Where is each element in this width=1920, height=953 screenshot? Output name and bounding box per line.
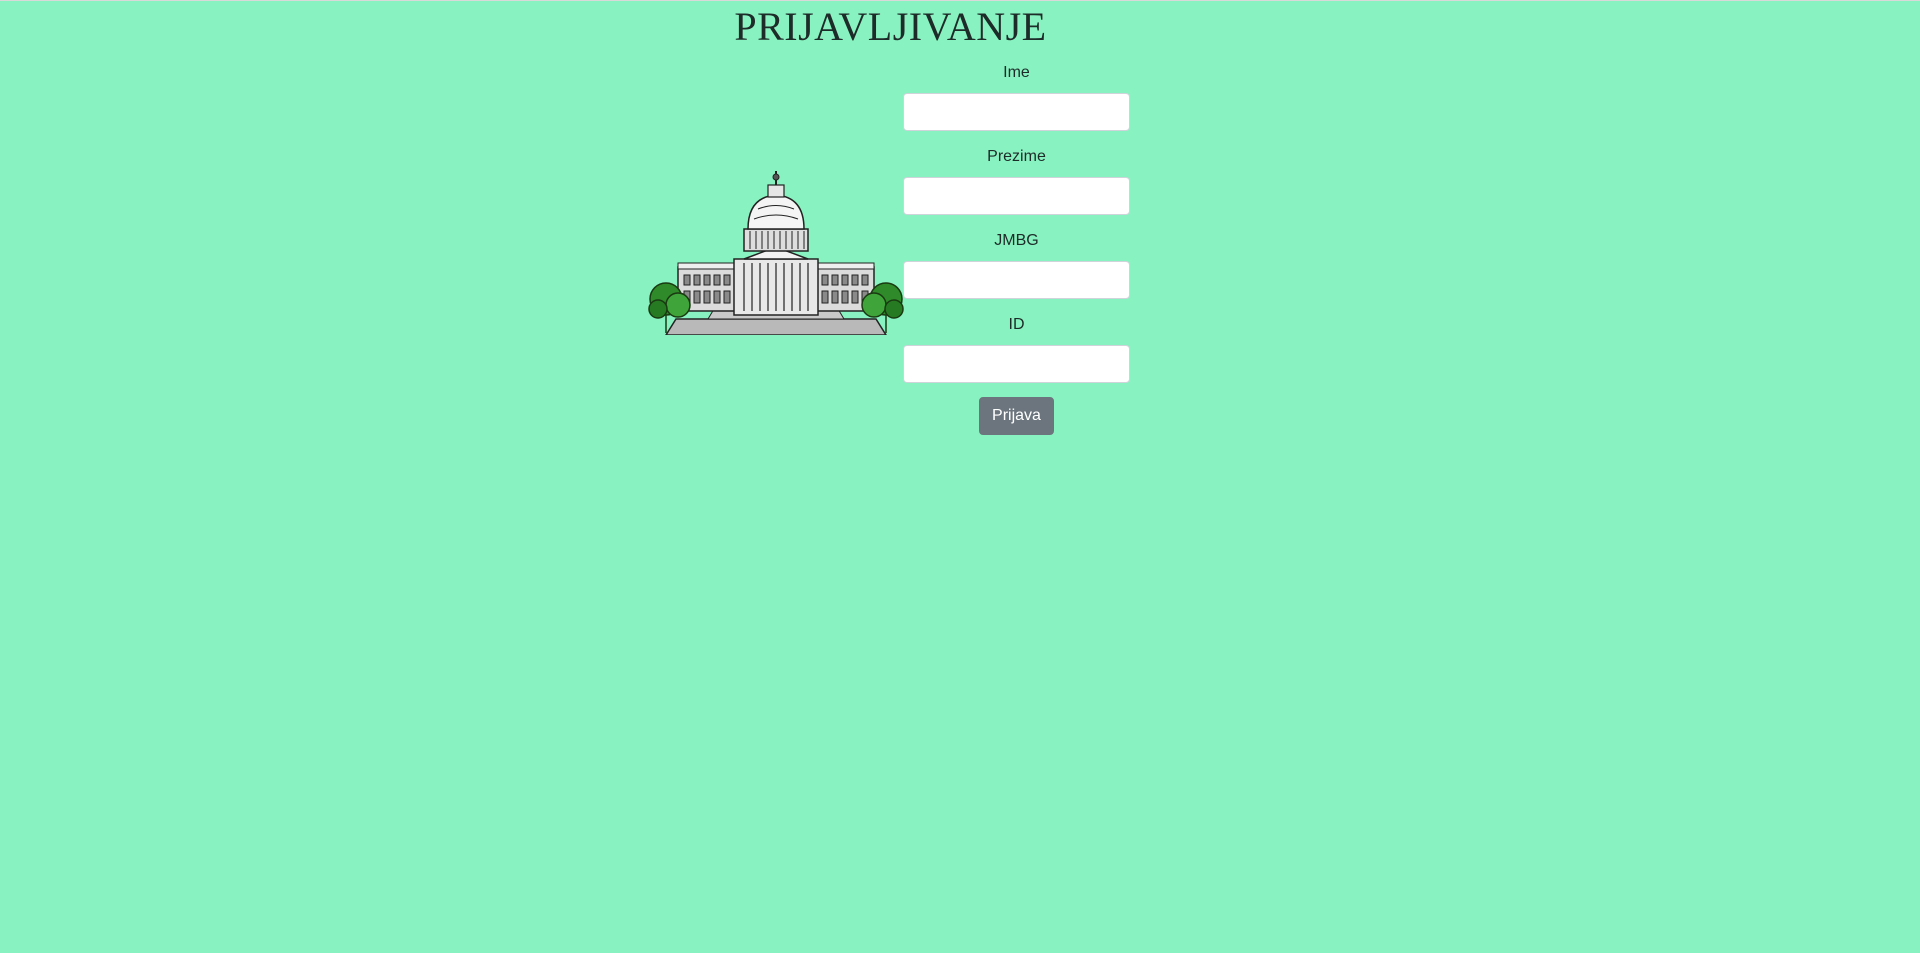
capitol-building-icon bbox=[648, 171, 904, 336]
page-title: PRIJAVLJIVANJE bbox=[734, 4, 1047, 49]
id-label: ID bbox=[1008, 316, 1025, 333]
jmbg-field: JMBG bbox=[903, 229, 1130, 299]
first-name-field: Ime bbox=[903, 61, 1130, 131]
jmbg-input[interactable] bbox=[903, 261, 1130, 299]
id-input[interactable] bbox=[903, 345, 1130, 383]
last-name-label: Prezime bbox=[987, 148, 1046, 165]
last-name-input[interactable] bbox=[903, 177, 1130, 215]
id-field: ID bbox=[903, 313, 1130, 383]
first-name-input[interactable] bbox=[903, 93, 1130, 131]
jmbg-label: JMBG bbox=[994, 232, 1039, 249]
login-button[interactable]: Prijava bbox=[979, 397, 1054, 435]
last-name-field: Prezime bbox=[903, 145, 1130, 215]
login-form: Ime Prezime JMBG ID Prijava bbox=[903, 61, 1130, 435]
submit-wrapper: Prijava bbox=[903, 397, 1130, 435]
first-name-label: Ime bbox=[1003, 64, 1030, 81]
